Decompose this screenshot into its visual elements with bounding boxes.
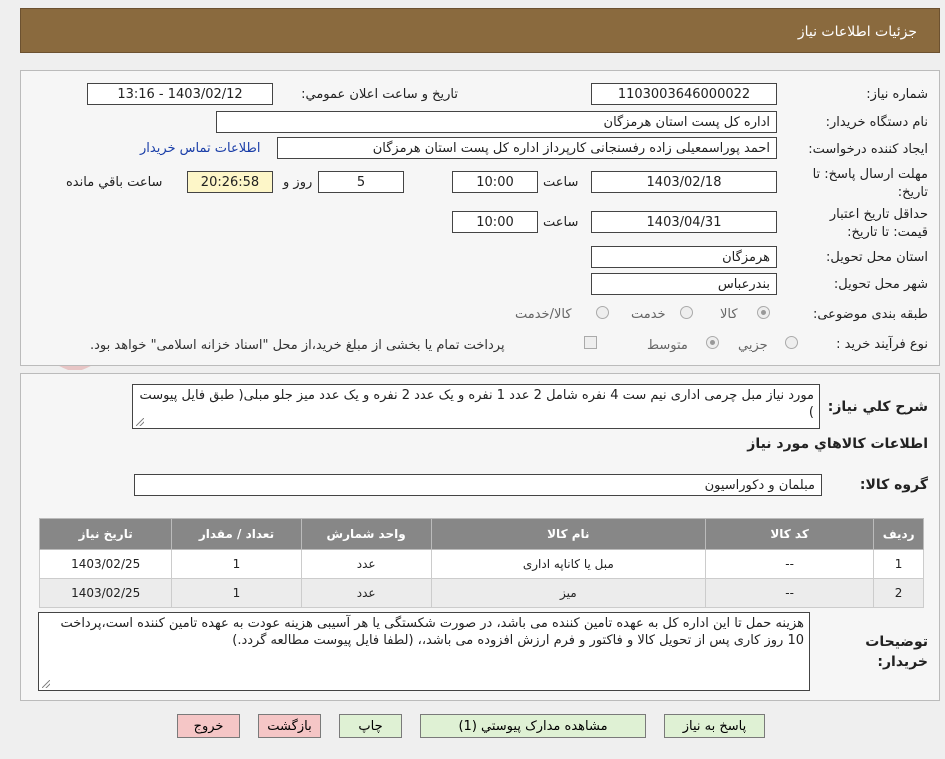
col-unit-header: واحد شمارش bbox=[300, 518, 432, 550]
cell-code: -- bbox=[704, 578, 875, 608]
cell-unit: عدد bbox=[300, 549, 432, 579]
category-service-label: خدمت bbox=[631, 307, 666, 322]
treasury-checkbox[interactable] bbox=[584, 336, 597, 349]
goods-info-heading: اطلاعات کالاهاي مورد نياز bbox=[747, 436, 928, 452]
buyer-org-label: نام دستگاه خريدار: bbox=[825, 115, 928, 130]
buyer-notes-text: هزینه حمل تا این اداره کل به عهده تامین … bbox=[60, 616, 804, 648]
resize-grip-icon bbox=[42, 680, 50, 688]
buyer-notes-textarea: هزینه حمل تا این اداره کل به عهده تامین … bbox=[38, 612, 810, 691]
col-qty-header: تعداد / مقدار bbox=[171, 518, 302, 550]
cell-date: 1403/02/25 bbox=[38, 549, 173, 579]
description-text: مورد نیاز مبل چرمی اداری نیم ست 4 نفره ش… bbox=[139, 388, 814, 420]
delivery-city-label: شهر محل تحويل: bbox=[833, 277, 928, 292]
validity-time-label: ساعت bbox=[543, 215, 579, 230]
buyer-org-field: اداره کل پست استان هرمزگان bbox=[216, 111, 777, 133]
purchase-medium-label: متوسط bbox=[647, 338, 688, 353]
validity-date-field: 1403/04/31 bbox=[591, 211, 777, 233]
cell-qty: 1 bbox=[171, 578, 302, 608]
page-header: جزئیات اطلاعات نیاز bbox=[20, 8, 940, 53]
requester-field: احمد پوراسمعیلی زاده رفسنجانی کارپرداز ا… bbox=[277, 137, 777, 159]
category-goods-radio[interactable] bbox=[757, 306, 770, 319]
goods-group-field: مبلمان و دکوراسیون bbox=[134, 474, 822, 496]
day-and-label: روز و bbox=[283, 175, 313, 190]
reply-time-field: 10:00 bbox=[452, 171, 538, 193]
back-button[interactable]: بازگشت bbox=[258, 714, 321, 738]
category-goods-label: کالا bbox=[720, 307, 738, 322]
reply-deadline-label: مهلت ارسال پاسخ: تا تاریخ: bbox=[812, 167, 928, 200]
cell-name: مبل یا کاناپه اداری bbox=[430, 549, 706, 579]
treasury-note: پرداخت تمام يا بخشی از مبلغ خريد،از محل … bbox=[90, 338, 505, 353]
category-label: طبقه بندی موضوعی: bbox=[812, 307, 928, 322]
exit-button[interactable]: خروج bbox=[177, 714, 240, 738]
page-title: جزئیات اطلاعات نیاز bbox=[797, 24, 917, 40]
table-row: 1 -- مبل یا کاناپه اداری عدد 1 1403/02/2… bbox=[38, 549, 924, 579]
category-both-radio[interactable] bbox=[596, 306, 609, 319]
goods-table: رديف کد کالا نام کالا واحد شمارش تعداد /… bbox=[38, 518, 924, 608]
remaining-label: ساعت باقي مانده bbox=[66, 175, 163, 190]
category-both-label: کالا/خدمت bbox=[515, 307, 572, 322]
reply-days-field: 5 bbox=[318, 171, 404, 193]
cell-unit: عدد bbox=[300, 578, 432, 608]
table-row: 2 -- میز عدد 1 1403/02/25 bbox=[38, 578, 924, 608]
description-textarea: مورد نیاز مبل چرمی اداری نیم ست 4 نفره ش… bbox=[132, 384, 820, 429]
purchase-type-label: نوع فرآيند خريد : bbox=[836, 337, 928, 352]
view-attachments-button[interactable]: مشاهده مدارک پيوستي (1) bbox=[420, 714, 646, 738]
announce-datetime-field: 1403/02/12 - 13:16 bbox=[87, 83, 273, 105]
col-date-header: تاريخ نياز bbox=[38, 518, 173, 550]
requester-label: ايجاد کننده درخواست: bbox=[808, 142, 928, 157]
cell-row: 2 bbox=[873, 578, 924, 608]
col-code-header: کد کالا bbox=[704, 518, 875, 550]
validity-time-field: 10:00 bbox=[452, 211, 538, 233]
cell-qty: 1 bbox=[171, 549, 302, 579]
buyer-notes-label: توضيحات خريدار: bbox=[865, 634, 928, 670]
cell-date: 1403/02/25 bbox=[38, 578, 173, 608]
need-number-field: 1103003646000022 bbox=[591, 83, 777, 105]
delivery-province-field: هرمزگان bbox=[591, 246, 777, 268]
goods-table-header-row: رديف کد کالا نام کالا واحد شمارش تعداد /… bbox=[38, 518, 924, 550]
purchase-minor-radio[interactable] bbox=[785, 336, 798, 349]
buyer-contact-link[interactable]: اطلاعات تماس خريدار bbox=[140, 141, 260, 156]
print-button[interactable]: چاپ bbox=[339, 714, 402, 738]
delivery-province-label: استان محل تحويل: bbox=[826, 250, 928, 265]
description-label: شرح کلي نياز: bbox=[827, 399, 928, 415]
announce-datetime-label: تاریخ و ساعت اعلان عمومي: bbox=[301, 87, 458, 102]
cell-code: -- bbox=[704, 549, 875, 579]
resize-grip-icon bbox=[136, 418, 144, 426]
purchase-medium-radio[interactable] bbox=[706, 336, 719, 349]
price-validity-label: حداقل تاريخ اعتبار قيمت: تا تاريخ: bbox=[829, 207, 928, 240]
goods-group-label: گروه کالا: bbox=[859, 477, 928, 493]
reply-button[interactable]: پاسخ به نياز bbox=[664, 714, 765, 738]
purchase-minor-label: جزيي bbox=[738, 338, 768, 353]
reply-time-label: ساعت bbox=[543, 175, 579, 190]
cell-row: 1 bbox=[873, 549, 924, 579]
reply-date-field: 1403/02/18 bbox=[591, 171, 777, 193]
remaining-time-field: 20:26:58 bbox=[187, 171, 273, 193]
col-name-header: نام کالا bbox=[430, 518, 706, 550]
col-row-header: رديف bbox=[873, 518, 924, 550]
category-service-radio[interactable] bbox=[680, 306, 693, 319]
cell-name: میز bbox=[430, 578, 706, 608]
need-number-label: شماره نیاز: bbox=[866, 87, 928, 102]
delivery-city-field: بندرعباس bbox=[591, 273, 777, 295]
